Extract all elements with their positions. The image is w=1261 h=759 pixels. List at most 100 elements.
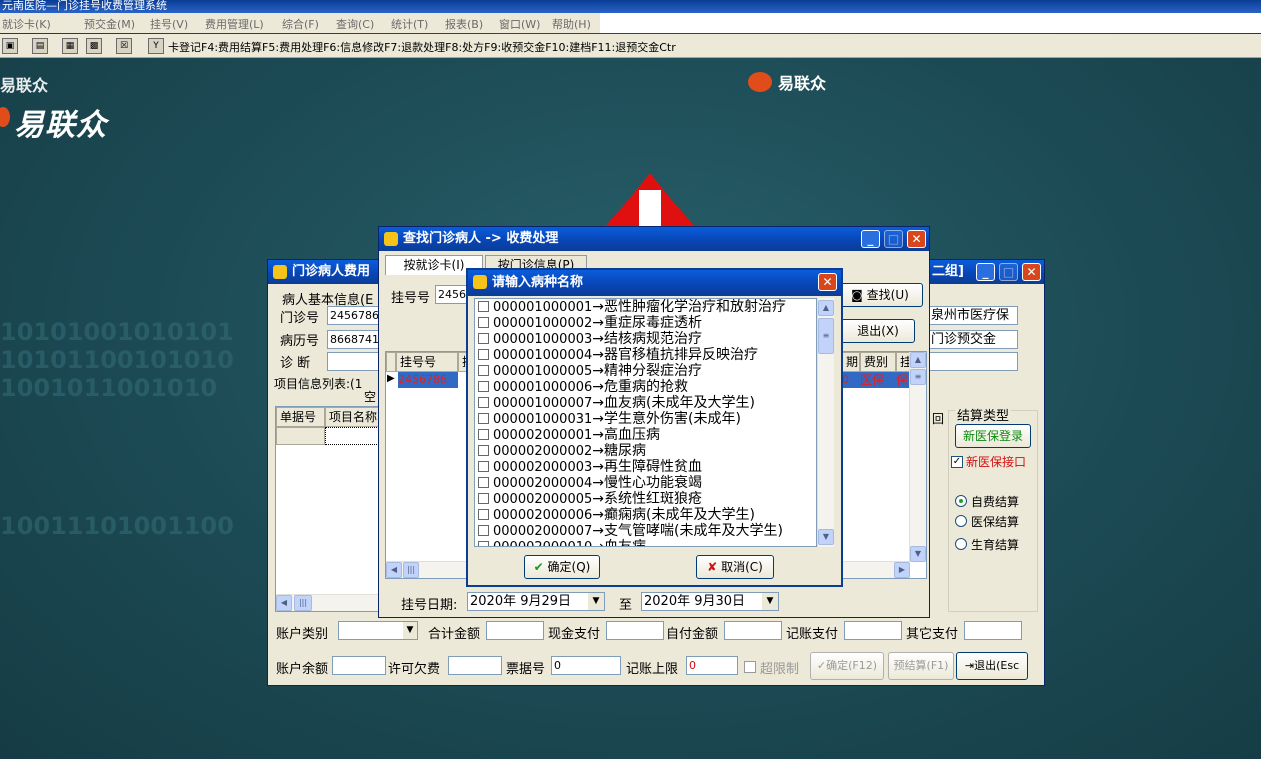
scroll-up-icon[interactable]: ▲ — [818, 300, 834, 316]
exit-button[interactable]: 退出(X) — [841, 319, 915, 343]
date-to-picker[interactable]: 2020年 9月30日 ▼ — [641, 592, 779, 611]
disease-ok-button[interactable]: ✔ 确定(Q) — [524, 555, 600, 579]
account-type-select[interactable]: ▼ — [338, 621, 418, 640]
menu-item-window[interactable]: 窗口(W) — [499, 16, 540, 32]
disease-list-item[interactable]: 000001000002→重症尿毒症透析 — [475, 315, 816, 331]
scroll-left-icon[interactable]: ◀ — [276, 595, 292, 611]
menu-item-register[interactable]: 挂号(V) — [150, 16, 188, 32]
disease-checkbox[interactable] — [478, 381, 489, 392]
toolbar-exit-icon[interactable]: ☒ — [116, 38, 132, 54]
scroll-left-icon[interactable]: ◀ — [386, 562, 402, 578]
over-limit-checkbox[interactable] — [744, 661, 756, 673]
minimize-icon[interactable]: _ — [976, 263, 995, 281]
toolbar-card-icon[interactable]: ▣ — [2, 38, 18, 54]
maximize-icon[interactable]: □ — [884, 230, 903, 248]
confirm-f12-button[interactable]: ✓确定(F12) — [810, 652, 884, 680]
overdraft-field[interactable] — [448, 656, 502, 675]
disease-list-item[interactable]: 000002000001→高血压病 — [475, 427, 816, 443]
col-item-name[interactable]: 项目名称 — [325, 407, 379, 427]
disease-list[interactable]: 000001000001→恶性肿瘤化学治疗和放射治疗 000001000002→重… — [474, 298, 817, 547]
disease-checkbox[interactable] — [478, 397, 489, 408]
date-from-picker[interactable]: 2020年 9月29日 ▼ — [467, 592, 605, 611]
col-date[interactable]: 期 — [842, 352, 860, 372]
close-icon[interactable]: ✕ — [818, 273, 837, 291]
ticket-field[interactable]: 0 — [551, 656, 621, 675]
toolbar-y-button[interactable]: Y — [148, 38, 164, 54]
toolbar-money-icon[interactable]: ▩ — [86, 38, 102, 54]
disease-list-item[interactable]: 000001000005→精神分裂症治疗 — [475, 363, 816, 379]
grid-current-cell[interactable] — [325, 427, 379, 445]
disease-checkbox[interactable] — [478, 541, 489, 546]
radio-insurance[interactable] — [955, 515, 967, 527]
disease-list-item[interactable]: 000002000005→系统性红斑狼疮 — [475, 491, 816, 507]
radio-birth[interactable] — [955, 538, 967, 550]
disease-list-vscroll[interactable]: ▲ ≡ ▼ — [817, 298, 834, 547]
diagnosis-field[interactable] — [327, 352, 381, 371]
exit-esc-button[interactable]: ⇥退出(Esc — [956, 652, 1028, 680]
disease-list-item[interactable]: 000001000003→结核病规范治疗 — [475, 331, 816, 347]
right-extra-field[interactable] — [928, 352, 1018, 371]
scroll-thumb[interactable]: ≡ — [818, 318, 834, 354]
disease-checkbox[interactable] — [478, 493, 489, 504]
col-fee-type[interactable]: 费别 — [860, 352, 896, 372]
chevron-down-icon[interactable]: ▼ — [403, 622, 417, 639]
limit-field[interactable]: 0 — [686, 656, 738, 675]
disease-list-item[interactable]: 000002000010→血友病 — [475, 539, 816, 546]
item-grid[interactable]: 单据号 项目名称 ◀ ||| — [275, 406, 379, 612]
other-field[interactable] — [964, 621, 1022, 640]
menu-item-statistics[interactable]: 统计(T) — [391, 16, 428, 32]
new-insurance-login-button[interactable]: 新医保登录 — [955, 424, 1031, 448]
chevron-down-icon[interactable]: ▼ — [588, 593, 604, 610]
scroll-up-icon[interactable]: ▲ — [910, 352, 926, 368]
clinic-no-field[interactable]: 2456786 — [327, 306, 381, 325]
radio-self-pay[interactable] — [955, 495, 967, 507]
disease-list-item[interactable]: 000002000003→再生障碍性贫血 — [475, 459, 816, 475]
col-bill-no[interactable]: 单据号 — [276, 407, 325, 427]
chevron-down-icon[interactable]: ▼ — [762, 593, 778, 610]
disease-checkbox[interactable] — [478, 413, 489, 424]
disease-cancel-button[interactable]: ✘ 取消(C) — [696, 555, 774, 579]
disease-checkbox[interactable] — [478, 349, 489, 360]
scroll-down-icon[interactable]: ▼ — [818, 529, 834, 545]
menu-item-reports[interactable]: 报表(B) — [445, 16, 483, 32]
minimize-icon[interactable]: _ — [861, 230, 880, 248]
disease-list-item[interactable]: 000001000031→学生意外伤害(未成年) — [475, 411, 816, 427]
disease-checkbox[interactable] — [478, 477, 489, 488]
disease-list-item[interactable]: 000002000004→慢性心功能衰竭 — [475, 475, 816, 491]
disease-checkbox[interactable] — [478, 461, 489, 472]
disease-checkbox[interactable] — [478, 525, 489, 536]
scroll-thumb[interactable]: ||| — [403, 562, 419, 578]
menu-item-card[interactable]: 就诊卡(K) — [2, 16, 51, 32]
cash-field[interactable] — [606, 621, 664, 640]
find-button[interactable]: ◙ 查找(U) — [837, 283, 923, 307]
menu-item-help[interactable]: 帮助(H) — [552, 16, 591, 32]
scroll-thumb[interactable]: ||| — [294, 595, 312, 611]
toolbar-book-icon[interactable]: ▤ — [32, 38, 48, 54]
patient-grid-vscroll[interactable]: ▲ ≡ ▼ — [909, 352, 926, 562]
toolbar-calculator-icon[interactable]: ▦ — [62, 38, 78, 54]
disease-list-item[interactable]: 000002000002→糖尿病 — [475, 443, 816, 459]
disease-list-item[interactable]: 000002000007→支气管哮喘(未成年及大学生) — [475, 523, 816, 539]
close-icon[interactable]: ✕ — [907, 230, 926, 248]
menu-item-fee-management[interactable]: 费用管理(L) — [205, 16, 264, 32]
disease-checkbox[interactable] — [478, 317, 489, 328]
item-grid-hscroll[interactable]: ◀ ||| — [276, 594, 378, 611]
scroll-right-icon[interactable]: ▶ — [894, 562, 910, 578]
record-no-field[interactable]: 8668741 — [327, 330, 381, 349]
charge-field[interactable] — [844, 621, 902, 640]
scroll-down-icon[interactable]: ▼ — [910, 546, 926, 562]
disease-checkbox[interactable] — [478, 365, 489, 376]
new-insurance-interface-checkbox[interactable]: ✓ — [951, 456, 963, 468]
prepay-field[interactable]: 门诊预交金 — [928, 330, 1018, 349]
insurance-type-field[interactable]: 泉州市医疗保 — [928, 306, 1018, 325]
scroll-thumb[interactable]: ≡ — [910, 369, 926, 385]
disease-list-item[interactable]: 000001000007→血友病(未成年及大学生) — [475, 395, 816, 411]
disease-list-item[interactable]: 000001000001→恶性肿瘤化学治疗和放射治疗 — [475, 299, 816, 315]
presettle-f1-button[interactable]: 预结算(F1) — [888, 652, 954, 680]
disease-checkbox[interactable] — [478, 509, 489, 520]
menu-item-general[interactable]: 综合(F) — [282, 16, 319, 32]
menu-item-prepay[interactable]: 预交金(M) — [84, 16, 135, 32]
disease-list-item[interactable]: 000001000004→器官移植抗排异反映治疗 — [475, 347, 816, 363]
disease-checkbox[interactable] — [478, 445, 489, 456]
maximize-icon[interactable]: □ — [999, 263, 1018, 281]
